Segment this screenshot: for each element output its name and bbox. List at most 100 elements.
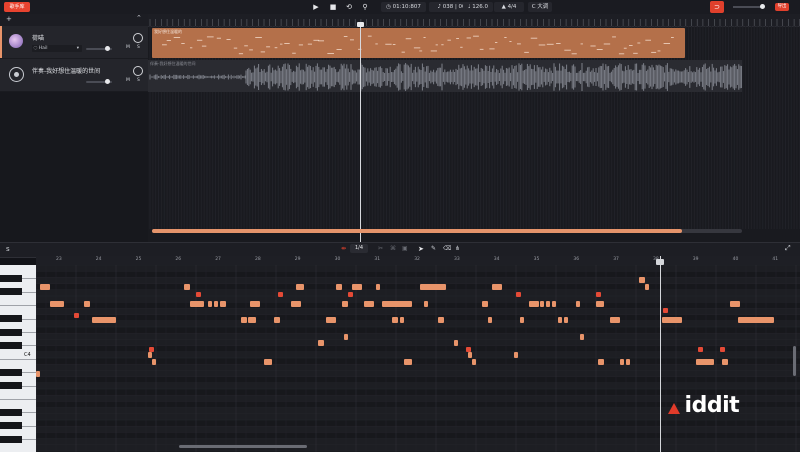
master-volume-slider[interactable] — [733, 6, 763, 8]
track-accompaniment[interactable]: 伴奏-我好想住温暖的世间 M S — [0, 59, 148, 92]
black-key[interactable] — [0, 408, 22, 416]
snap-icon[interactable]: ⇹ — [341, 245, 346, 252]
master-volume-knob[interactable] — [760, 4, 765, 9]
note[interactable] — [472, 359, 476, 365]
pitch-marker-icon[interactable] — [720, 347, 725, 352]
metronome-icon[interactable]: ⚲ — [360, 2, 370, 12]
track-name[interactable]: 荷喵 — [32, 33, 44, 42]
note[interactable] — [520, 317, 524, 323]
note[interactable] — [696, 359, 714, 365]
time-signature-display[interactable]: ▲ 4/4 — [494, 2, 524, 12]
key-display[interactable]: C 大调 — [528, 2, 552, 12]
note[interactable] — [352, 284, 362, 290]
voice-mode-select[interactable]: ◌ Hail ▾ — [32, 45, 82, 52]
note[interactable] — [580, 334, 584, 340]
note[interactable] — [148, 352, 152, 358]
note[interactable] — [468, 352, 472, 358]
mute-button[interactable]: M — [126, 78, 130, 83]
note[interactable] — [344, 334, 348, 340]
note[interactable] — [639, 277, 645, 283]
pitch-marker-icon[interactable] — [348, 292, 353, 297]
note[interactable] — [722, 359, 728, 365]
note[interactable] — [392, 317, 398, 323]
note[interactable] — [36, 371, 40, 377]
pitch-marker-icon[interactable] — [149, 347, 154, 352]
horizontal-scrollbar-thumb[interactable] — [152, 229, 682, 233]
note[interactable] — [382, 301, 412, 307]
piano-keyboard[interactable] — [0, 265, 36, 452]
note[interactable] — [152, 359, 156, 365]
pan-dial[interactable] — [133, 66, 143, 76]
pitch-marker-icon[interactable] — [516, 292, 521, 297]
note[interactable] — [576, 301, 580, 307]
note[interactable] — [540, 301, 544, 307]
black-key[interactable] — [0, 382, 22, 390]
tempo-display[interactable]: ♩ 126.0 — [463, 2, 493, 12]
pitch-marker-icon[interactable] — [466, 347, 471, 352]
snap-value-select[interactable]: 1/4 — [350, 244, 368, 253]
editor-horizontal-scrollbar[interactable] — [179, 445, 307, 448]
note[interactable] — [364, 301, 374, 307]
note[interactable] — [610, 317, 620, 323]
editor-menu-icon[interactable]: s — [6, 245, 10, 253]
note[interactable] — [296, 284, 304, 290]
note[interactable] — [342, 301, 348, 307]
pitch-marker-icon[interactable] — [663, 308, 668, 313]
pitch-marker-icon[interactable] — [74, 313, 79, 318]
note[interactable] — [492, 284, 502, 290]
pencil-icon[interactable]: ✎ — [431, 245, 436, 252]
note[interactable] — [274, 317, 280, 323]
editor-playhead[interactable] — [660, 256, 661, 452]
note[interactable] — [220, 301, 226, 307]
select-pointer-icon[interactable]: ➤ — [418, 245, 424, 253]
note[interactable] — [488, 317, 492, 323]
black-key[interactable] — [0, 422, 22, 430]
clipboard-icon[interactable]: ▣ — [402, 245, 408, 252]
loop-icon[interactable]: ⟲ — [344, 2, 354, 12]
singer-library-button[interactable]: 歌手库 — [4, 2, 30, 12]
black-key[interactable] — [0, 288, 22, 296]
split-icon[interactable]: ⋔ — [455, 245, 460, 252]
export-button[interactable]: 导出 — [775, 3, 789, 11]
record-icon[interactable]: ⊃ — [710, 1, 724, 13]
mute-button[interactable]: M — [126, 45, 130, 50]
note[interactable] — [529, 301, 539, 307]
play-icon[interactable]: ▶ — [311, 2, 321, 12]
playhead[interactable] — [360, 26, 361, 242]
singer-avatar[interactable] — [9, 34, 23, 48]
black-key[interactable] — [0, 274, 22, 282]
add-track-icon[interactable]: + — [6, 15, 12, 23]
note[interactable] — [620, 359, 624, 365]
note[interactable] — [546, 301, 550, 307]
note[interactable] — [336, 284, 342, 290]
collapse-icon[interactable]: ⌃ — [136, 14, 142, 22]
track-name[interactable]: 伴奏-我好想住温暖的世间 — [32, 66, 100, 75]
solo-button[interactable]: S — [137, 78, 140, 83]
note[interactable] — [198, 301, 202, 307]
note[interactable] — [564, 317, 568, 323]
note[interactable] — [662, 317, 682, 323]
editor-playhead-handle[interactable] — [656, 259, 664, 265]
pitch-marker-icon[interactable] — [196, 292, 201, 297]
note[interactable] — [241, 317, 247, 323]
note[interactable] — [626, 359, 630, 365]
note[interactable] — [254, 301, 260, 307]
pan-dial[interactable] — [133, 33, 143, 43]
note[interactable] — [264, 359, 272, 365]
vertical-scrollbar[interactable] — [793, 346, 796, 376]
note[interactable] — [291, 301, 301, 307]
note[interactable] — [730, 301, 740, 307]
black-key[interactable] — [0, 341, 22, 349]
note[interactable] — [84, 301, 90, 307]
note[interactable] — [50, 301, 64, 307]
note[interactable] — [40, 284, 50, 290]
pitch-marker-icon[interactable] — [698, 347, 703, 352]
note[interactable] — [376, 284, 380, 290]
note[interactable] — [208, 301, 212, 307]
note[interactable] — [318, 340, 324, 346]
eraser-icon[interactable]: ⌫ — [443, 245, 451, 252]
note[interactable] — [248, 317, 256, 323]
black-key[interactable] — [0, 368, 22, 376]
note[interactable] — [424, 301, 428, 307]
volume-knob[interactable] — [105, 79, 110, 84]
